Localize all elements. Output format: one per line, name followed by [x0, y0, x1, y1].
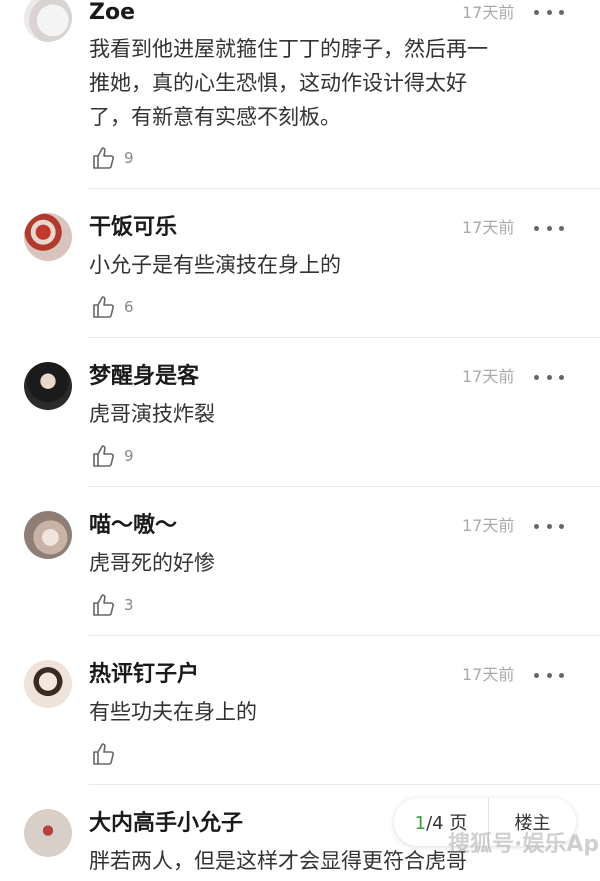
current-page: 1	[414, 813, 427, 834]
comment-time: 17天前	[462, 665, 515, 684]
avatar[interactable]	[24, 362, 72, 410]
comment-text: 虎哥死的好惨	[89, 546, 569, 580]
comment-time: 17天前	[462, 218, 515, 237]
thumbs-up-icon	[93, 147, 114, 169]
divider	[89, 337, 600, 338]
comment-text-line: 虎哥死的好惨	[89, 551, 215, 575]
comment-text-line: 了，有新意有实感不刻板。	[89, 105, 341, 129]
divider	[89, 784, 600, 785]
thumbs-up-icon	[93, 445, 114, 467]
avatar[interactable]	[24, 809, 72, 857]
more-options-icon[interactable]	[534, 362, 564, 392]
comment-text: 虎哥演技炸裂	[89, 397, 569, 431]
like-count: 9	[124, 447, 134, 465]
more-options-icon[interactable]	[534, 660, 564, 690]
comment-author[interactable]: 梦醒身是客	[89, 362, 199, 392]
comment-text-line: 小允子是有些演技在身上的	[89, 253, 341, 277]
like-count: 3	[124, 596, 134, 614]
comment-text: 我看到他进屋就箍住丁丁的脖子，然后再一 推她，真的心生恐惧，这动作设计得太好 了…	[89, 32, 569, 134]
comment-time: 17天前	[462, 3, 515, 22]
more-options-icon[interactable]	[534, 213, 564, 243]
like-count: 6	[124, 298, 134, 316]
divider	[89, 486, 600, 487]
avatar[interactable]	[24, 0, 72, 42]
comment-time: 17天前	[462, 367, 515, 386]
comment-text: 有些功夫在身上的	[89, 695, 569, 729]
like-button[interactable]: 9	[92, 146, 134, 170]
thumbs-up-icon	[93, 594, 114, 616]
like-button[interactable]: 6	[92, 295, 134, 319]
divider	[89, 635, 600, 636]
comment-text-line: 有些功夫在身上的	[89, 700, 257, 724]
comment-author[interactable]: 大内高手小允子	[89, 809, 243, 839]
comment-author[interactable]: 干饭可乐	[89, 213, 177, 243]
like-button[interactable]: 9	[92, 444, 134, 468]
more-options-icon[interactable]	[534, 511, 564, 541]
comment-author[interactable]: Zoe	[89, 0, 135, 28]
thumbs-up-icon	[93, 743, 114, 765]
avatar[interactable]	[24, 213, 72, 261]
divider	[89, 188, 600, 189]
comment-author[interactable]: 喵～嗷～	[89, 511, 177, 541]
comment-text: 小允子是有些演技在身上的	[89, 248, 569, 282]
comment-text-line: 推她，真的心生恐惧，这动作设计得太好	[89, 71, 467, 95]
comment-time: 17天前	[462, 516, 515, 535]
avatar[interactable]	[24, 660, 72, 708]
avatar[interactable]	[24, 511, 72, 559]
comment-author[interactable]: 热评钉子户	[89, 660, 199, 690]
like-count: 9	[124, 149, 134, 167]
thumbs-up-icon	[93, 296, 114, 318]
watermark: 搜狐号·娱乐App	[448, 832, 600, 857]
more-options-icon[interactable]	[534, 0, 564, 27]
like-button[interactable]: 3	[92, 593, 134, 617]
comment-text-line: 我看到他进屋就箍住丁丁的脖子，然后再一	[89, 37, 488, 61]
like-button[interactable]	[92, 742, 124, 766]
comment-text-line: 虎哥演技炸裂	[89, 402, 215, 426]
